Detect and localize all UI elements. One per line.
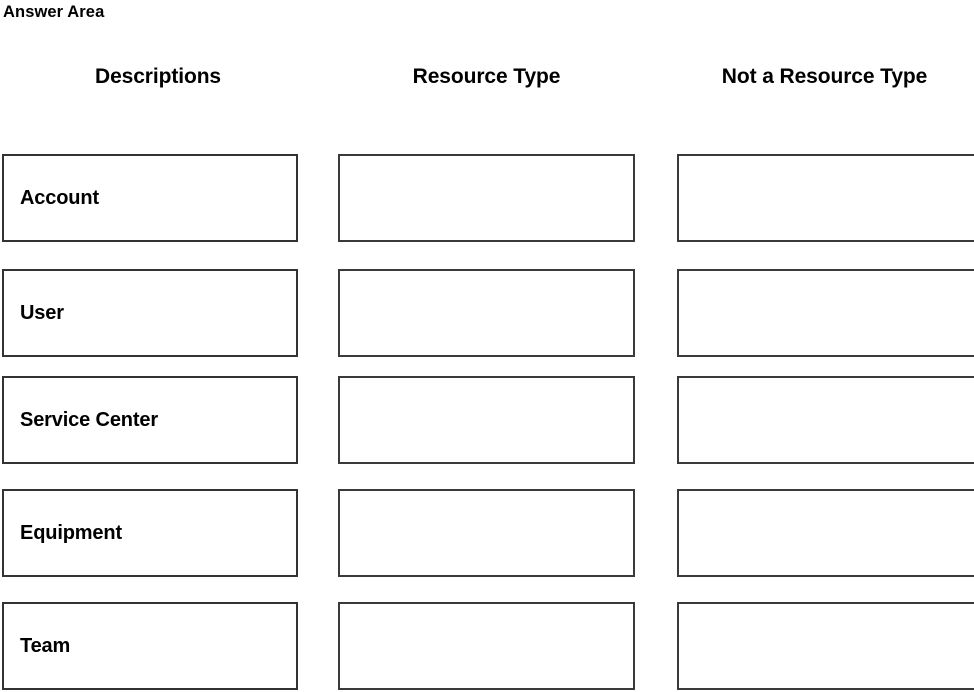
not-a-resource-type-dropzone[interactable]: [677, 489, 974, 577]
description-label: Equipment: [20, 521, 122, 544]
resource-type-dropzone[interactable]: [338, 269, 635, 357]
not-a-resource-type-dropzone[interactable]: [677, 154, 974, 242]
not-a-resource-type-dropzone[interactable]: [677, 376, 974, 464]
description-box: Account: [2, 154, 298, 242]
answer-grid: Account User Service Center Equipment Te…: [0, 0, 974, 692]
resource-type-dropzone[interactable]: [338, 376, 635, 464]
resource-type-dropzone[interactable]: [338, 154, 635, 242]
description-box: Team: [2, 602, 298, 690]
description-label: Account: [20, 186, 99, 209]
description-label: Service Center: [20, 408, 158, 431]
answer-area-page: Answer Area Descriptions Resource Type N…: [0, 0, 974, 692]
description-label: User: [20, 301, 64, 324]
not-a-resource-type-dropzone[interactable]: [677, 602, 974, 690]
description-box: Equipment: [2, 489, 298, 577]
description-box: User: [2, 269, 298, 357]
resource-type-dropzone[interactable]: [338, 489, 635, 577]
description-label: Team: [20, 634, 71, 657]
resource-type-dropzone[interactable]: [338, 602, 635, 690]
not-a-resource-type-dropzone[interactable]: [677, 269, 974, 357]
description-box: Service Center: [2, 376, 298, 464]
